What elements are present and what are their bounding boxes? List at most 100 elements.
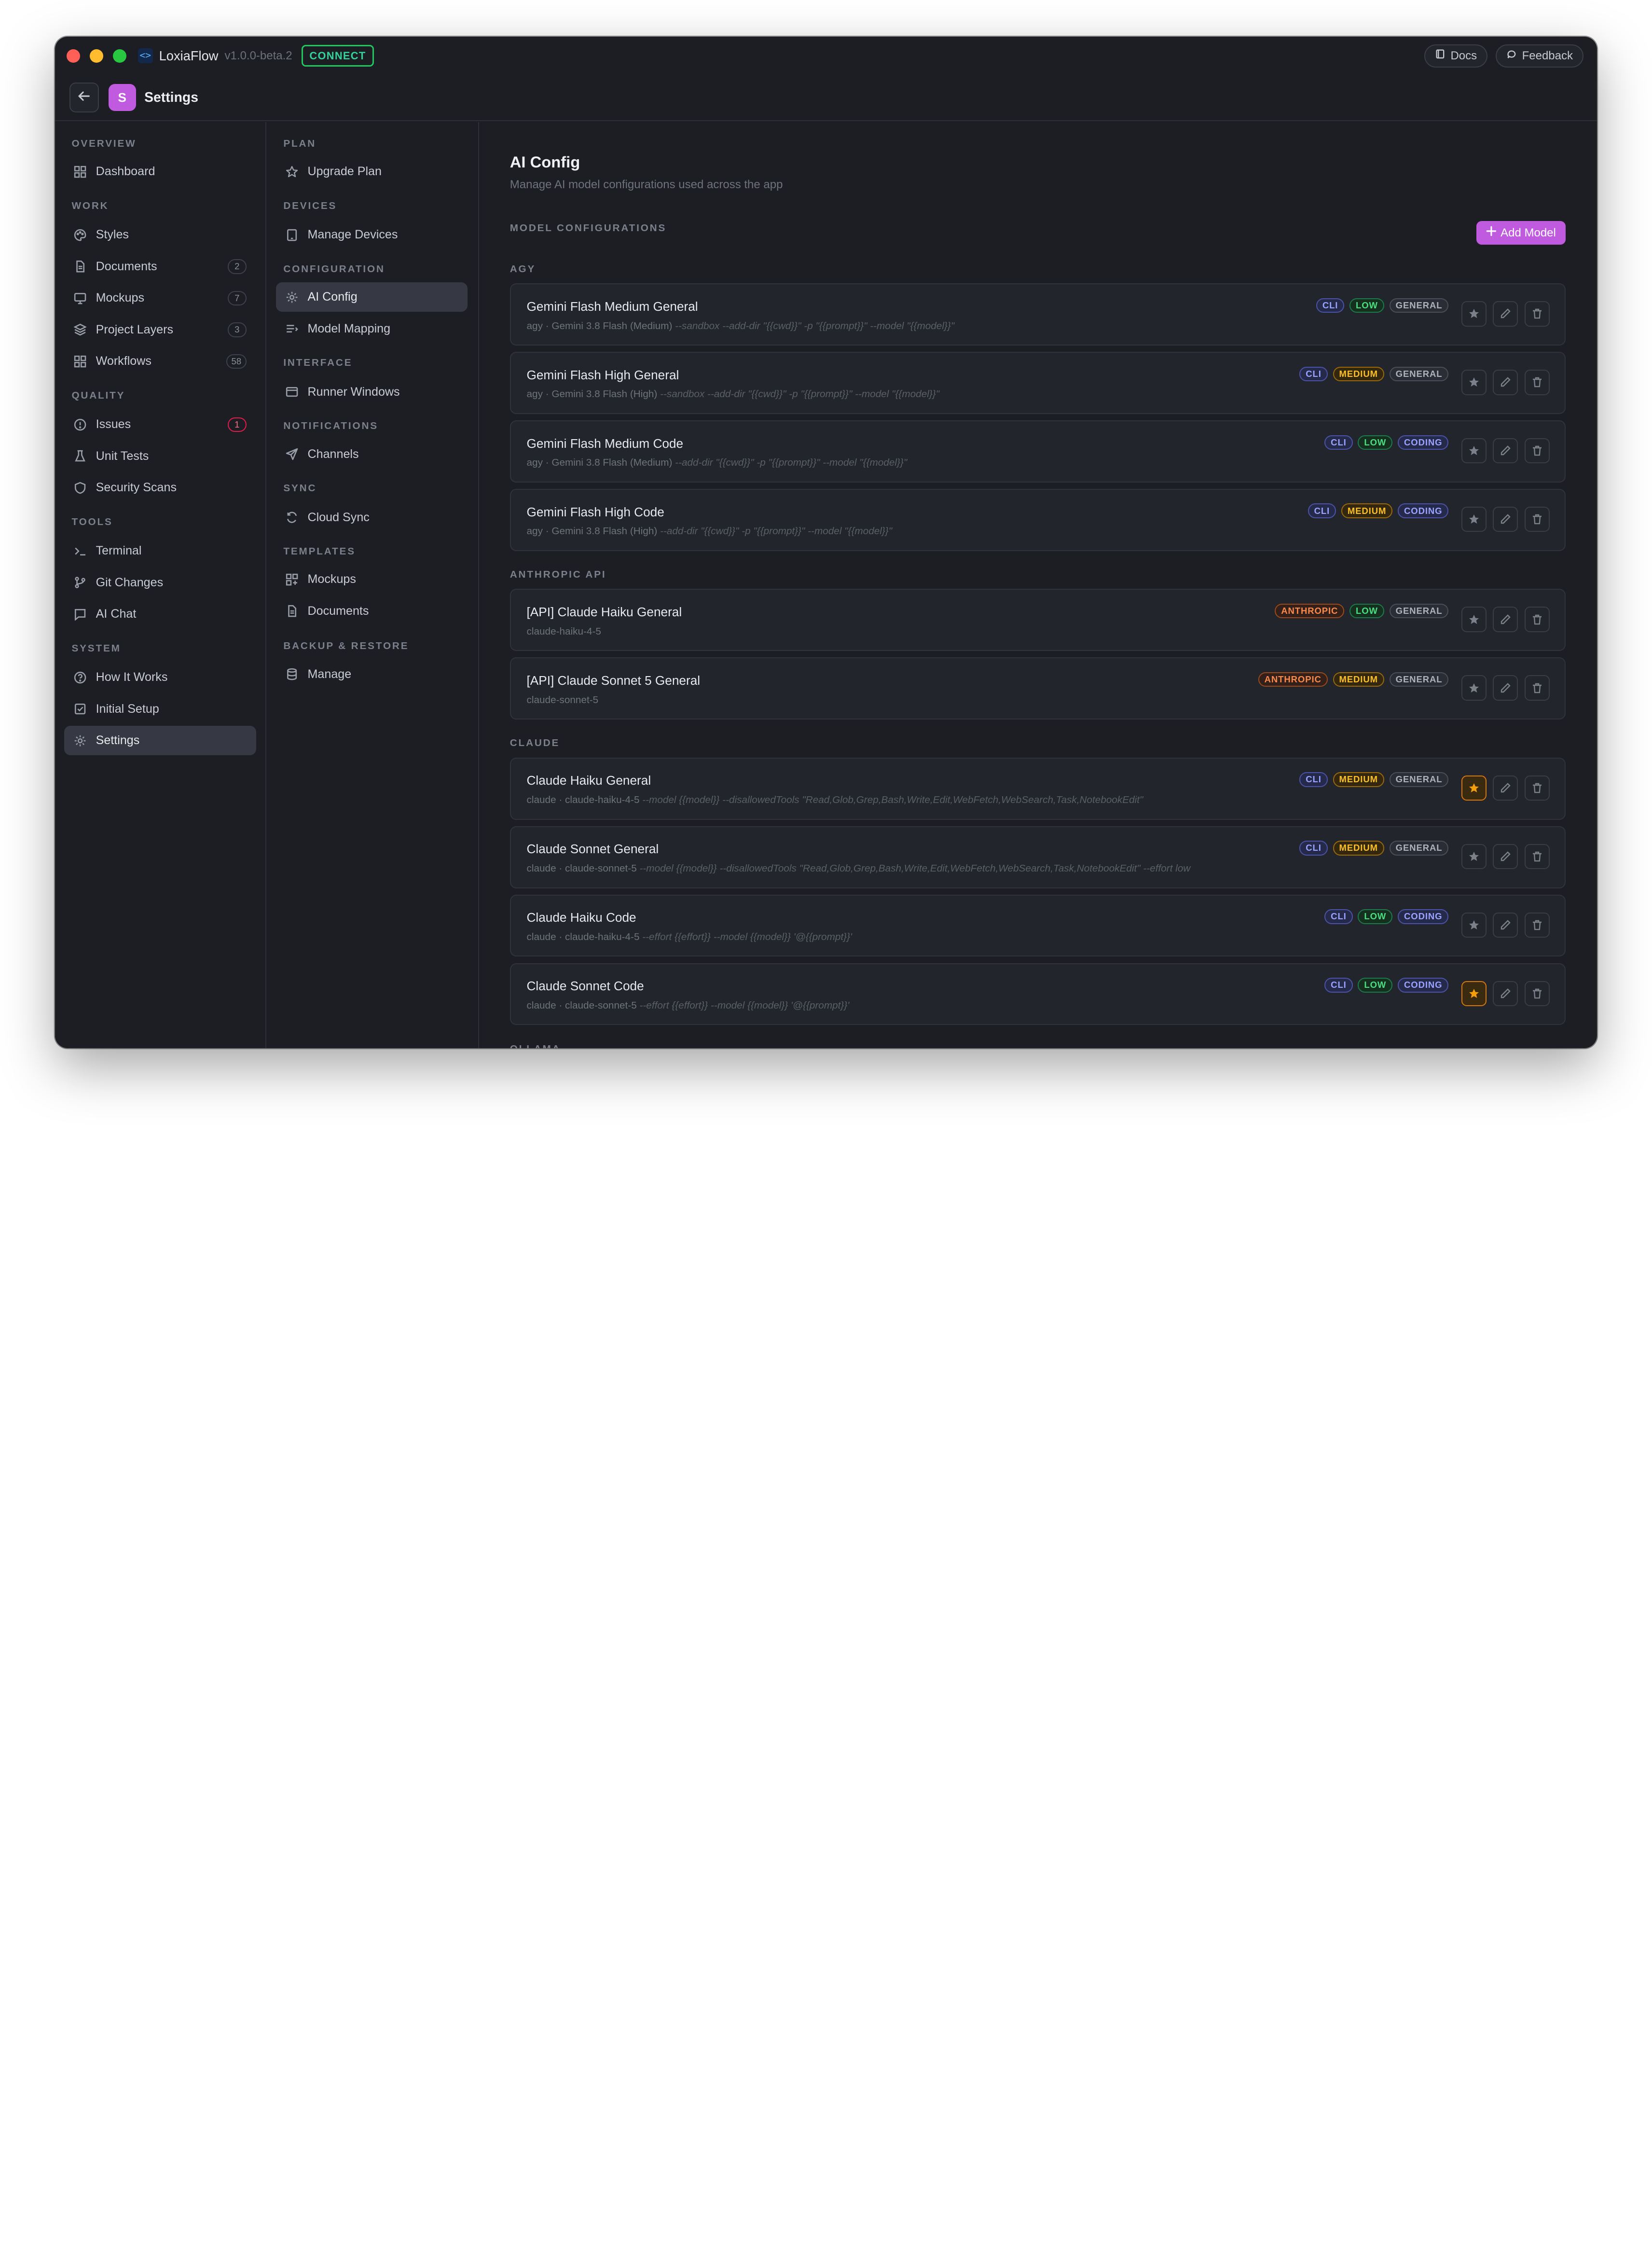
sidebar-item-issues[interactable]: Issues 1 <box>64 410 256 439</box>
delete-button[interactable] <box>1524 912 1550 938</box>
close-window-button[interactable] <box>66 49 80 63</box>
model-card[interactable]: Claude Sonnet General claude · claude-son… <box>509 826 1566 888</box>
sidebar-item-workflows[interactable]: Workflows 58 <box>64 346 256 376</box>
model-name: Claude Sonnet General <box>526 842 659 857</box>
edit-button[interactable] <box>1493 370 1518 395</box>
trash-icon <box>1531 988 1543 999</box>
sidebar-item-documents[interactable]: Documents 2 <box>64 252 256 281</box>
sidebar-item-git-changes[interactable]: Git Changes <box>64 568 256 597</box>
favorite-button[interactable] <box>1461 438 1487 464</box>
sidebar-item-mockups[interactable]: Mockups 7 <box>64 283 256 313</box>
section-label-work: WORK <box>71 200 109 211</box>
model-card[interactable]: Claude Haiku General claude · claude-haik… <box>509 757 1566 820</box>
favorite-button[interactable] <box>1461 370 1487 395</box>
add-model-button[interactable]: Add Model <box>1476 221 1566 245</box>
model-card[interactable]: Gemini Flash High General agy · Gemini 3.… <box>509 352 1566 415</box>
settings-nav-item-channels[interactable]: Channels <box>276 439 468 469</box>
edit-button[interactable] <box>1493 506 1518 532</box>
count-badge: 2 <box>227 259 247 274</box>
sidebar-item-settings[interactable]: Settings <box>64 726 256 756</box>
feedback-button[interactable]: Feedback <box>1496 44 1583 68</box>
edit-button[interactable] <box>1493 912 1518 938</box>
arrow-left-icon <box>77 88 91 107</box>
edit-button[interactable] <box>1493 775 1518 801</box>
model-card[interactable]: Claude Sonnet Code claude · claude-sonnet… <box>509 963 1566 1025</box>
sidebar-item-styles[interactable]: Styles <box>64 220 256 249</box>
section-label-system: SYSTEM <box>71 642 121 654</box>
model-card[interactable]: Gemini Flash High Code agy · Gemini 3.8 F… <box>509 489 1566 551</box>
settings-nav-item-cloud-sync[interactable]: Cloud Sync <box>276 502 468 532</box>
edit-button[interactable] <box>1493 607 1518 632</box>
back-button[interactable] <box>69 83 99 112</box>
settings-nav-item-documents[interactable]: Documents <box>276 596 468 626</box>
sidebar-item-ai-chat[interactable]: AI Chat <box>64 599 256 629</box>
group-label-anthropic-api: ANTHROPIC API <box>509 569 606 580</box>
model-tags: CLI MEDIUM GENERAL <box>1299 772 1449 787</box>
model-args: --effort {{effort}} --model {{model}} '@… <box>642 931 852 942</box>
favorite-button[interactable] <box>1461 607 1487 632</box>
edit-button[interactable] <box>1493 844 1518 870</box>
sidebar-item-terminal[interactable]: Terminal <box>64 536 256 566</box>
model-card[interactable]: Gemini Flash Medium General agy · Gemini … <box>509 283 1566 346</box>
delete-button[interactable] <box>1524 301 1550 327</box>
connect-badge[interactable]: CONNECT <box>302 45 374 67</box>
favorite-button[interactable] <box>1461 844 1487 870</box>
sidebar-item-unit-tests[interactable]: Unit Tests <box>64 442 256 471</box>
delete-button[interactable] <box>1524 370 1550 395</box>
delete-button[interactable] <box>1524 675 1550 701</box>
delete-button[interactable] <box>1524 981 1550 1006</box>
sidebar-item-security-scans[interactable]: Security Scans <box>64 473 256 502</box>
settings-nav-item-ai-config[interactable]: AI Config <box>276 282 468 312</box>
sidebar-item-project-layers[interactable]: Project Layers 3 <box>64 315 256 345</box>
minimize-window-button[interactable] <box>89 49 103 63</box>
settings-nav-item-manage[interactable]: Manage <box>276 660 468 689</box>
model-name: Claude Haiku Code <box>526 910 636 925</box>
edit-button[interactable] <box>1493 675 1518 701</box>
model-card[interactable]: Gemini Flash Medium Code agy · Gemini 3.8… <box>509 420 1566 483</box>
sidebar-item-initial-setup[interactable]: Initial Setup <box>64 694 256 724</box>
delete-button[interactable] <box>1524 506 1550 532</box>
group-label-agy: AGY <box>509 263 536 275</box>
model-name: [API] Claude Haiku General <box>526 605 682 620</box>
model-tags: CLI MEDIUM GENERAL <box>1299 366 1449 382</box>
tag-cli: CLI <box>1299 841 1328 856</box>
model-id: claude · claude-haiku-4-5 <box>526 794 640 806</box>
tag-general: GENERAL <box>1389 672 1449 687</box>
sidebar-item-dashboard[interactable]: Dashboard <box>64 157 256 186</box>
model-card[interactable]: [API] Claude Sonnet 5 General claude-sonn… <box>509 657 1566 720</box>
favorite-button[interactable] <box>1461 506 1487 532</box>
model-tags: CLI MEDIUM CODING <box>1308 503 1449 518</box>
model-name: Gemini Flash Medium Code <box>526 436 684 451</box>
pencil-icon <box>1500 919 1511 931</box>
settings-nav-item-model-mapping[interactable]: Model Mapping <box>276 314 468 344</box>
delete-button[interactable] <box>1524 438 1550 464</box>
model-card[interactable]: [API] Claude Haiku General claude-haiku-4… <box>509 589 1566 651</box>
settings-header: S Settings <box>55 75 1597 122</box>
edit-button[interactable] <box>1493 981 1518 1006</box>
edit-button[interactable] <box>1493 301 1518 327</box>
edit-button[interactable] <box>1493 438 1518 464</box>
settings-nav-item-upgrade-plan[interactable]: Upgrade Plan <box>276 157 468 186</box>
favorite-button[interactable] <box>1461 301 1487 327</box>
settings-nav-item-runner-windows[interactable]: Runner Windows <box>276 377 468 407</box>
check-square-icon <box>74 703 86 715</box>
model-configurations-label: MODEL CONFIGURATIONS <box>509 222 667 234</box>
nav-item-label: Workflows <box>96 354 151 368</box>
maximize-window-button[interactable] <box>112 49 126 63</box>
delete-button[interactable] <box>1524 607 1550 632</box>
favorite-button[interactable] <box>1461 675 1487 701</box>
favorite-button[interactable] <box>1461 912 1487 938</box>
docs-button[interactable]: Docs <box>1424 44 1487 68</box>
settings-nav-item-mockups[interactable]: Mockups <box>276 565 468 594</box>
model-name: Gemini Flash High General <box>526 367 679 382</box>
favorite-button[interactable] <box>1461 775 1487 801</box>
sidebar-item-how-it-works[interactable]: How It Works <box>64 663 256 692</box>
nav-item-label: Model Mapping <box>307 321 391 335</box>
model-card[interactable]: Claude Haiku Code claude · claude-haiku-4… <box>509 894 1566 957</box>
delete-button[interactable] <box>1524 775 1550 801</box>
count-badge: 58 <box>226 354 247 369</box>
settings-nav-item-manage-devices[interactable]: Manage Devices <box>276 220 468 249</box>
favorite-button[interactable] <box>1461 981 1487 1006</box>
delete-button[interactable] <box>1524 844 1550 870</box>
section-label-notifications: NOTIFICATIONS <box>283 420 378 432</box>
